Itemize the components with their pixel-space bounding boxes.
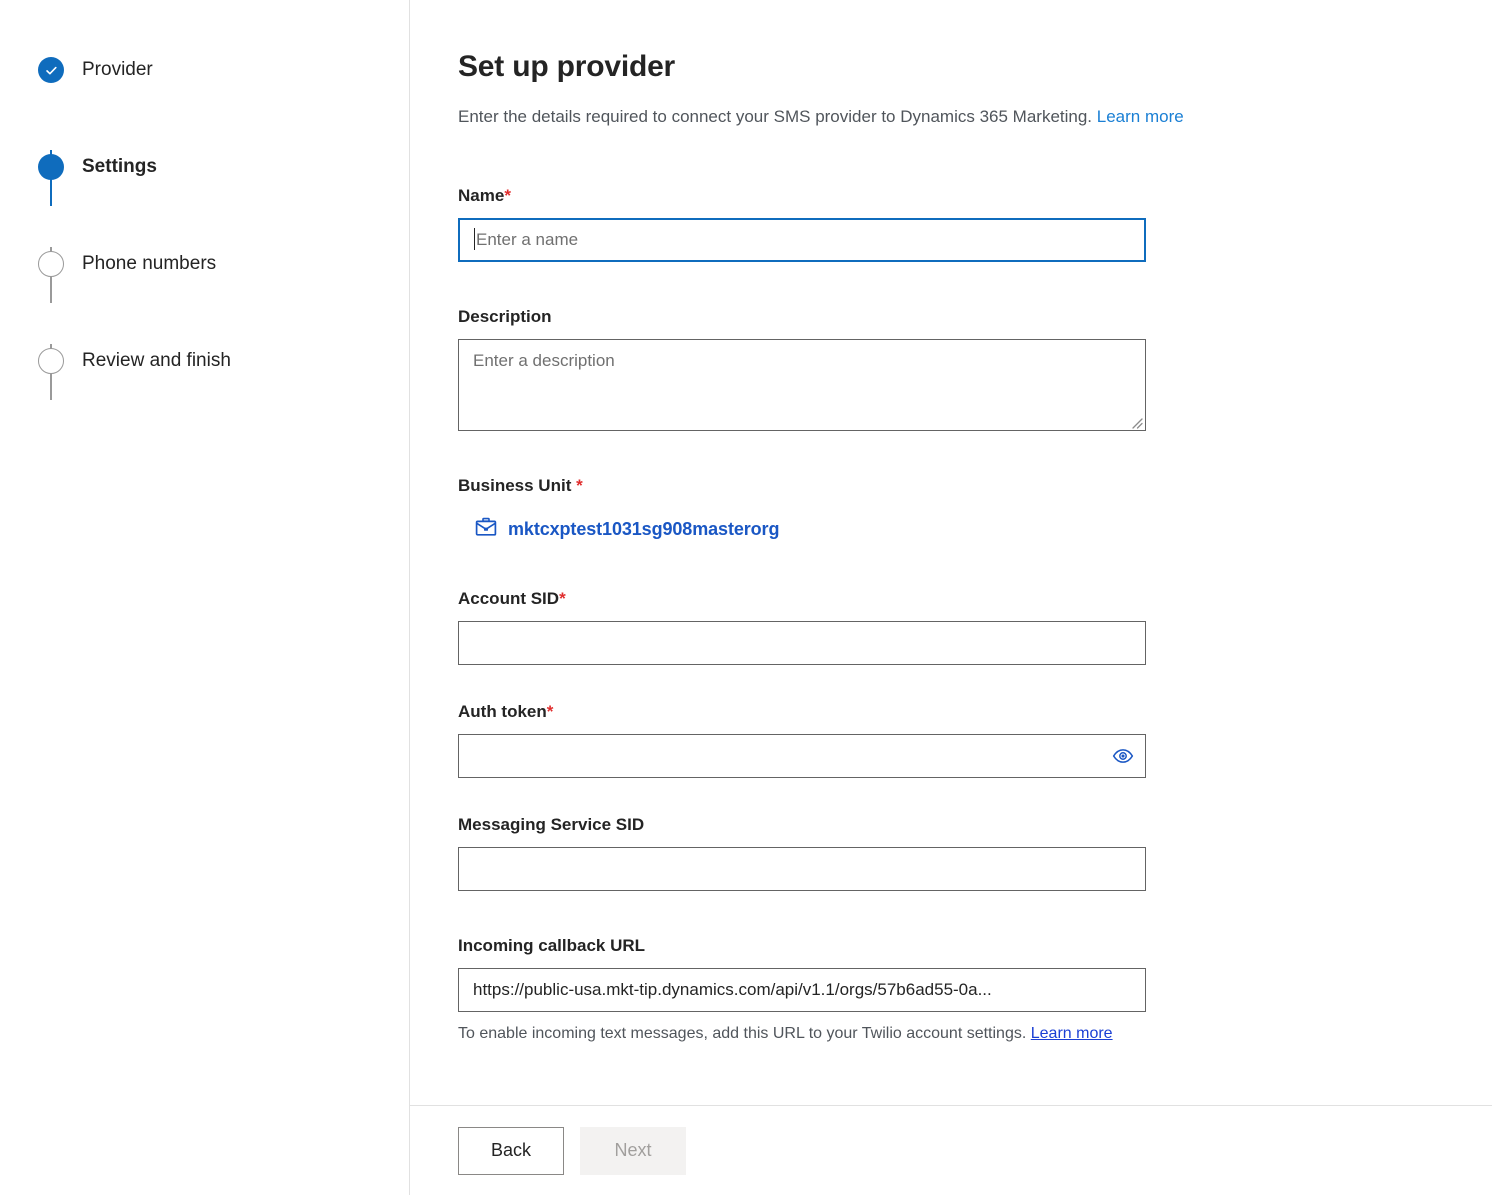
field-label-business-unit: Business Unit *: [458, 475, 1492, 497]
setup-provider-wizard-page: Provider Settings Phone numbers Review a…: [0, 0, 1492, 1195]
page-subtitle: Enter the details required to connect yo…: [458, 105, 1492, 129]
field-description: Description Enter a description: [458, 306, 1492, 431]
field-incoming-callback-url: Incoming callback URL https://public-usa…: [458, 935, 1492, 1047]
briefcase-icon: [474, 515, 498, 544]
header-learn-more-link[interactable]: Learn more: [1097, 107, 1184, 126]
field-name: Name* Enter a name: [458, 185, 1492, 262]
required-marker: *: [576, 476, 583, 495]
name-input[interactable]: Enter a name: [458, 218, 1146, 262]
description-textarea[interactable]: Enter a description: [458, 339, 1146, 431]
incoming-callback-url-value: https://public-usa.mkt-tip.dynamics.com/…: [473, 980, 992, 999]
wizard-footer: Back Next: [410, 1105, 1492, 1195]
page-title: Set up provider: [458, 50, 676, 83]
resize-grip-icon[interactable]: [1129, 414, 1143, 429]
messaging-service-sid-input[interactable]: [458, 847, 1146, 891]
empty-circle-icon: [38, 348, 64, 374]
check-icon: [38, 57, 64, 83]
field-label-name: Name*: [458, 185, 1492, 207]
wizard-steps: Provider Settings Phone numbers Review a…: [0, 54, 409, 400]
required-marker: *: [504, 186, 511, 205]
incoming-callback-url-help: To enable incoming text messages, add th…: [458, 1020, 1146, 1047]
description-placeholder: Enter a description: [473, 351, 615, 370]
wizard-step-label-settings: Settings: [82, 156, 157, 177]
form-scroll-area: Set up provider Enter the details requir…: [410, 0, 1492, 1105]
field-label-description: Description: [458, 307, 552, 326]
account-sid-input[interactable]: [458, 621, 1146, 665]
wizard-step-label-provider: Provider: [82, 59, 153, 80]
auth-token-input[interactable]: [458, 734, 1146, 778]
field-label-account-sid: Account SID*: [458, 588, 1492, 610]
provider-settings-form: Name* Enter a name Description Enter a d…: [458, 185, 1492, 1047]
field-auth-token: Auth token*: [458, 701, 1492, 778]
business-unit-link[interactable]: mktcxptest1031sg908masterorg: [508, 519, 779, 540]
incoming-callback-url-input[interactable]: https://public-usa.mkt-tip.dynamics.com/…: [458, 968, 1146, 1012]
text-caret: [474, 228, 475, 250]
field-business-unit: Business Unit * mktcxptest1031sg908maste…: [458, 475, 1492, 544]
name-input-placeholder: Enter a name: [476, 230, 579, 249]
wizard-step-review-and-finish[interactable]: Review and finish: [0, 345, 409, 377]
incoming-callback-url-help-text: To enable incoming text messages, add th…: [458, 1025, 1031, 1042]
wizard-step-label-phone-numbers: Phone numbers: [82, 253, 217, 274]
required-marker: *: [559, 589, 566, 608]
field-label-account-sid-text: Account SID: [458, 589, 560, 608]
eye-icon[interactable]: [1110, 743, 1136, 769]
wizard-step-rail: Provider Settings Phone numbers Review a…: [0, 0, 410, 1195]
field-account-sid: Account SID*: [458, 588, 1492, 665]
incoming-callback-url-learn-more-link[interactable]: Learn more: [1031, 1025, 1113, 1042]
next-button: Next: [580, 1126, 686, 1175]
field-label-name-text: Name: [458, 186, 505, 205]
auth-token-wrapper: [458, 734, 1146, 778]
filled-circle-icon: [38, 154, 64, 180]
wizard-step-label-review-and-finish: Review and finish: [82, 350, 231, 371]
field-label-incoming-callback-url: Incoming callback URL: [458, 936, 646, 955]
wizard-step-phone-numbers[interactable]: Phone numbers: [0, 248, 409, 280]
wizard-step-settings[interactable]: Settings: [0, 151, 409, 183]
field-messaging-service-sid: Messaging Service SID: [458, 814, 1492, 891]
required-marker: *: [546, 702, 554, 721]
business-unit-value[interactable]: mktcxptest1031sg908masterorg: [458, 515, 1492, 544]
field-label-auth-token: Auth token*: [458, 701, 1492, 723]
page-subtitle-text: Enter the details required to connect yo…: [458, 107, 1093, 126]
field-label-messaging-service-sid: Messaging Service SID: [458, 815, 645, 834]
field-label-auth-token-text: Auth token: [458, 702, 547, 721]
back-button[interactable]: Back: [458, 1126, 564, 1175]
provider-settings-panel: Set up provider Enter the details requir…: [410, 0, 1492, 1195]
wizard-step-provider[interactable]: Provider: [0, 54, 409, 86]
field-label-business-unit-text: Business Unit: [458, 476, 577, 495]
empty-circle-icon: [38, 251, 64, 277]
